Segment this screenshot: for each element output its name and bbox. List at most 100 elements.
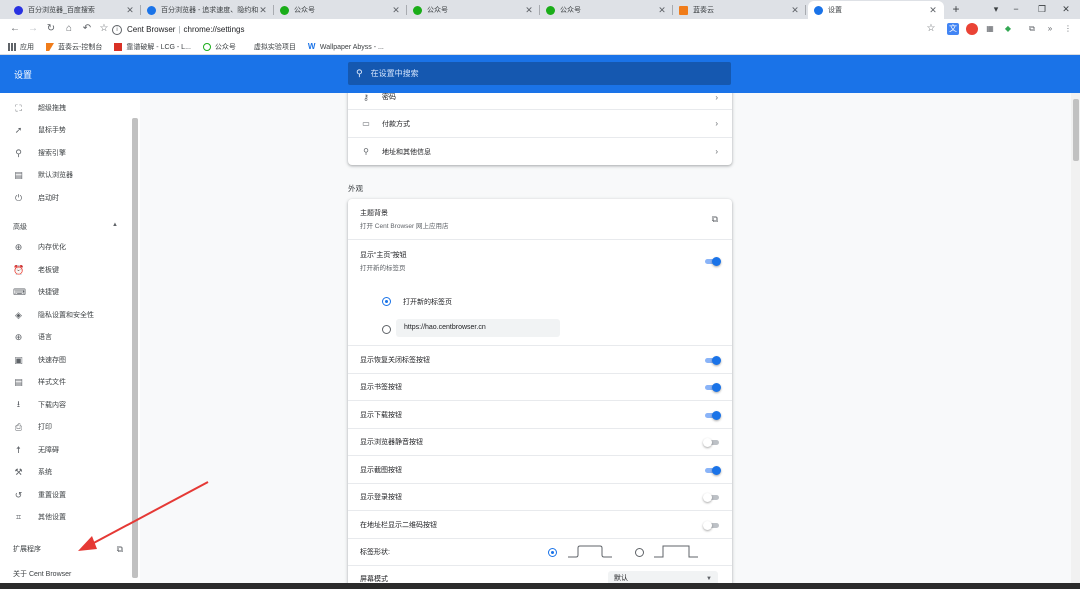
sidebar-item-mouse-gestures[interactable]: ➚ 鼠标手势	[0, 119, 132, 141]
main-scrollbar-thumb[interactable]	[1073, 99, 1079, 161]
bookmark-wallpaper-abyss[interactable]: W Wallpaper Abyss - ...	[308, 43, 384, 51]
sidebar-item-default-browser[interactable]: ▤ 默认浏览器	[0, 164, 132, 186]
alarm-icon: ⏰	[13, 264, 25, 275]
home-url-field[interactable]: https://hao.centbrowser.cn	[396, 319, 560, 337]
reload-icon[interactable]: ↻	[44, 22, 58, 36]
toggle-row-downloads: 显示下载按钮	[348, 400, 732, 428]
home-url-radio[interactable]	[382, 325, 391, 334]
settings-main: ⚷ 密码 › ▭ 付款方式 › ⚲ 地址和其他信息 › 外观 主题背景 打开 C…	[140, 93, 1071, 583]
sidebar-item-languages[interactable]: ⊕ 语言	[0, 326, 132, 348]
bookmark-lanzou[interactable]: 蓝奏云-控制台	[46, 42, 102, 52]
bookmark-wechat[interactable]: 公众号	[202, 42, 236, 52]
sidebar-item-system[interactable]: ⚒ 系统	[0, 461, 132, 483]
close-tab-icon[interactable]: ✕	[125, 5, 135, 16]
close-tab-icon[interactable]: ✕	[790, 5, 800, 16]
bookmark-star-icon[interactable]: ☆	[97, 22, 111, 36]
home-icon[interactable]: ⌂	[62, 22, 76, 36]
appearance-section-title: 外观	[348, 184, 363, 193]
main-scrollbar[interactable]	[1071, 93, 1080, 583]
settings-search[interactable]: ⚲	[348, 62, 731, 85]
browser-tab[interactable]: 蓝奏云 ✕	[673, 1, 806, 19]
autofill-payment-row[interactable]: ▭ 付款方式 ›	[348, 109, 732, 137]
bookmark-virtual-lab[interactable]: 虚拟实验项目	[254, 42, 296, 52]
home-newtab-radio[interactable]	[382, 297, 391, 306]
extension-green-icon[interactable]: ◆	[1002, 23, 1014, 35]
bookmarks-button-toggle[interactable]	[704, 383, 721, 392]
close-tab-icon[interactable]: ✕	[391, 5, 401, 16]
close-window-icon[interactable]: ✕	[1052, 0, 1080, 19]
browser-tab[interactable]: 公众号 ✕	[540, 1, 673, 19]
autofill-addresses-row[interactable]: ⚲ 地址和其他信息 ›	[348, 137, 732, 165]
sidebar-item-shortcuts[interactable]: ⌨ 快捷键	[0, 281, 132, 303]
back-icon[interactable]: ←	[8, 22, 22, 36]
sidebar-item-accessibility[interactable]: ☨ 无障碍	[0, 439, 132, 461]
home-newtab-label: 打开新的标签页	[403, 299, 452, 306]
translate-extension-icon[interactable]: 文	[947, 23, 959, 35]
reset-history-icon: ↺	[14, 489, 23, 500]
sidebar-item-quick-save-image[interactable]: ▣ 快速存图	[0, 349, 132, 371]
sidebar-item-super-drag[interactable]: ⛶ 超级拖拽	[0, 97, 132, 119]
sidebar-item-about[interactable]: 关于 Cent Browser	[13, 569, 71, 579]
url-divider: |	[178, 25, 181, 34]
browser-tab[interactable]: 百分浏览器_百度搜索 ✕	[8, 1, 141, 19]
bookmark-lcg[interactable]: 靠谱破解 - LCG - L...	[114, 42, 191, 52]
forward-icon[interactable]: →	[26, 22, 40, 36]
menu-dots-icon[interactable]: ⋮	[1062, 23, 1074, 35]
sidebar-item-other-settings[interactable]: ⌗ 其他设置	[0, 506, 132, 528]
tab-shape-square-radio[interactable]	[635, 548, 644, 557]
close-tab-icon[interactable]: ✕	[524, 5, 534, 16]
tab-strip: 百分浏览器_百度搜索 ✕ 百分浏览器 - 追求速度、隐约和... ✕ 公众号 ✕…	[0, 0, 1080, 19]
screen-mode-select[interactable]: 默认 ▼	[608, 571, 718, 583]
sidebar-item-reset[interactable]: ↺ 重置设置	[0, 484, 132, 506]
theme-row[interactable]: 主题背景 打开 Cent Browser 网上应用店 ⧉	[348, 199, 732, 239]
mute-button-toggle[interactable]	[703, 438, 720, 447]
extension-red-icon[interactable]	[966, 23, 978, 35]
sidebar-advanced-toggle[interactable]: 高级 ▲	[13, 222, 118, 232]
download-icon: ⭳	[16, 399, 21, 409]
extension-screenshot-icon[interactable]: ▦	[984, 23, 996, 35]
sidebar-item-printing[interactable]: ⎙ 打印	[0, 416, 132, 438]
autofill-passwords-row[interactable]: ⚷ 密码 ›	[348, 93, 732, 109]
browser-tab[interactable]: 公众号 ✕	[407, 1, 540, 19]
undo-close-tab-icon[interactable]: ↶	[80, 22, 94, 36]
sidebar-item-on-startup[interactable]: ⏻ 启动时	[0, 187, 132, 209]
crop-screenshot-icon[interactable]: ⧉	[1026, 23, 1038, 35]
screenshot-button-toggle[interactable]	[704, 465, 721, 475]
restore-tab-toggle[interactable]	[704, 355, 721, 365]
qrcode-button-toggle[interactable]	[703, 520, 720, 530]
tab-shape-label: 标签形状:	[360, 549, 390, 556]
minimize-icon[interactable]: −	[1002, 0, 1030, 19]
more-chevron-icon[interactable]: »	[1044, 23, 1056, 35]
sidebar-item-boss-key[interactable]: ⏰ 老板键	[0, 259, 132, 281]
sidebar-item-style-file[interactable]: ▤ 样式文件	[0, 371, 132, 393]
address-bar[interactable]: i Cent Browser | chrome://settings	[112, 21, 918, 38]
new-tab-icon[interactable]: +	[948, 1, 964, 17]
sidebar-item-memory[interactable]: ⊕ 内存优化	[0, 236, 132, 258]
tab-title: 百分浏览器 - 追求速度、隐约和...	[161, 7, 258, 14]
site-info-icon[interactable]: i	[112, 24, 122, 35]
open-in-new-icon[interactable]: ⧉	[712, 214, 718, 225]
sidebar-item-extensions[interactable]: 扩展程序 ⧉	[13, 544, 123, 555]
tab-title: 百分浏览器_百度搜索	[28, 7, 95, 14]
settings-search-input[interactable]	[370, 69, 671, 78]
close-tab-icon[interactable]: ✕	[928, 5, 938, 16]
sidebar-item-downloads[interactable]: ⭳ 下载内容	[0, 394, 132, 416]
login-button-toggle[interactable]	[703, 493, 720, 502]
browser-tab[interactable]: 百分浏览器 - 追求速度、隐约和... ✕	[141, 1, 274, 19]
image-icon: ▣	[14, 354, 23, 365]
downloads-button-toggle[interactable]	[704, 410, 721, 420]
bookmark-page-star-icon[interactable]: ☆	[924, 22, 938, 36]
sidebar-item-privacy[interactable]: ◈ 隐私设置和安全性	[0, 304, 132, 326]
keyboard-icon: ⌨	[13, 286, 26, 297]
sidebar-item-search-engine[interactable]: ⚲ 搜索引擎	[0, 142, 132, 164]
dropdown-caret-icon: ▼	[706, 576, 712, 582]
browser-tab-active[interactable]: 设置 ✕	[808, 1, 944, 19]
site-name: Cent Browser	[127, 25, 176, 34]
browser-tab[interactable]: 公众号 ✕	[274, 1, 407, 19]
close-tab-icon[interactable]: ✕	[258, 5, 268, 16]
close-tab-icon[interactable]: ✕	[657, 5, 667, 16]
bookmark-apps[interactable]: 应用	[8, 42, 34, 52]
tab-shape-rounded-radio[interactable]	[548, 548, 557, 557]
home-button-toggle[interactable]	[704, 256, 721, 266]
sidebar-scrollbar[interactable]	[132, 118, 138, 578]
